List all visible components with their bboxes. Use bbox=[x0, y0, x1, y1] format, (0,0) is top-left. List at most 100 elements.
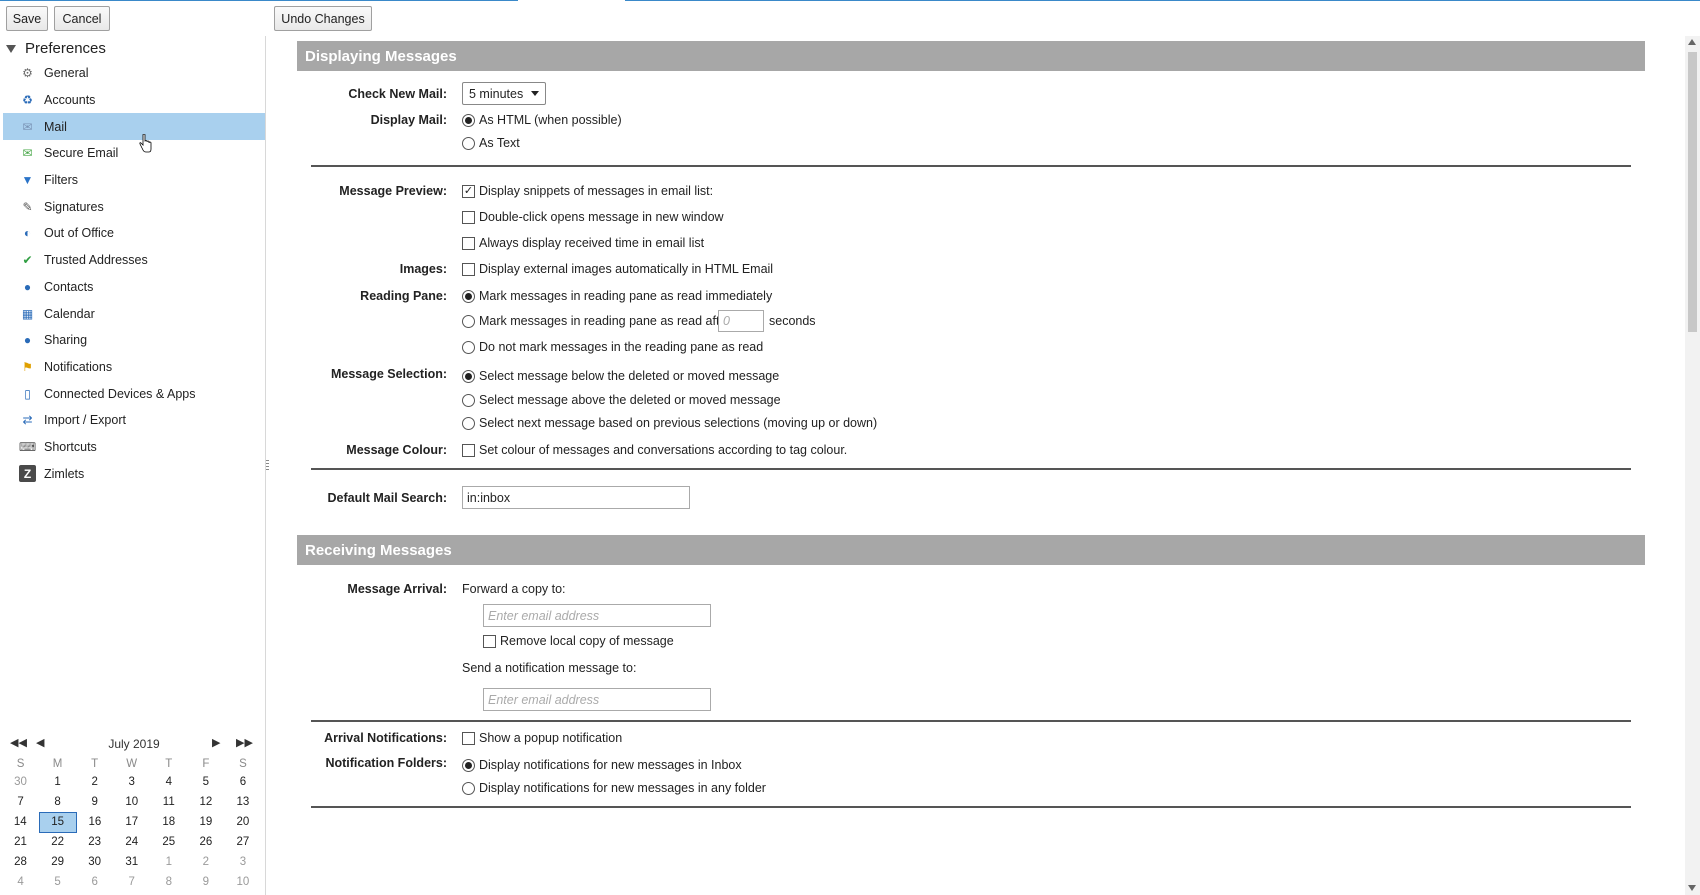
cancel-button[interactable]: Cancel bbox=[54, 6, 110, 31]
calendar-day[interactable]: 10 bbox=[113, 792, 150, 812]
calendar-day[interactable]: 16 bbox=[76, 812, 113, 832]
calendar-day[interactable]: 30 bbox=[2, 772, 39, 792]
sidebar-item-contacts[interactable]: ● Contacts bbox=[3, 274, 265, 301]
calendar-day[interactable]: 18 bbox=[150, 812, 187, 832]
radio-unselected[interactable] bbox=[462, 340, 475, 354]
calendar-day[interactable]: 17 bbox=[113, 812, 150, 832]
calendar-day[interactable]: 19 bbox=[187, 812, 224, 832]
sidebar-item-notifications[interactable]: ⚑ Notifications bbox=[3, 354, 265, 381]
calendar-day[interactable]: 2 bbox=[187, 852, 224, 872]
calendar-day[interactable]: 13 bbox=[224, 792, 261, 812]
check-new-mail-select[interactable]: 5 minutes bbox=[462, 82, 547, 105]
calendar-day[interactable]: 2 bbox=[76, 772, 113, 792]
radio-unselected[interactable] bbox=[462, 393, 475, 407]
notif-any-option[interactable]: Display notifications for new messages i… bbox=[462, 781, 766, 795]
sidebar-item-mail[interactable]: ✉ Mail bbox=[3, 113, 265, 141]
sidebar-item-accounts[interactable]: ♻ Accounts bbox=[3, 87, 265, 114]
sel-above-option[interactable]: Select message above the deleted or move… bbox=[462, 393, 781, 407]
sidebar-item-signatures[interactable]: ✎ Signatures bbox=[3, 193, 265, 220]
sidebar-item-sharing[interactable]: ● Sharing bbox=[3, 327, 265, 354]
calendar-day[interactable]: 29 bbox=[39, 852, 76, 872]
calendar-day[interactable]: 3 bbox=[113, 772, 150, 792]
calendar-day[interactable]: 15 bbox=[38, 811, 77, 833]
sidebar-item-zimlets[interactable]: Z Zimlets bbox=[3, 460, 265, 487]
radio-selected[interactable] bbox=[462, 113, 475, 127]
sidebar-item-shortcuts[interactable]: ⌨ Shortcuts bbox=[3, 434, 265, 461]
scroll-up-icon[interactable] bbox=[1688, 39, 1696, 45]
calendar-day[interactable]: 1 bbox=[39, 772, 76, 792]
external-images-option[interactable]: Display external images automatically in… bbox=[462, 262, 773, 276]
next-month-icon[interactable]: ▶ bbox=[212, 736, 220, 749]
remove-local-copy-option[interactable]: Remove local copy of message bbox=[483, 634, 674, 648]
received-time-option[interactable]: Always display received time in email li… bbox=[462, 236, 704, 250]
calendar-day[interactable]: 22 bbox=[39, 832, 76, 852]
calendar-day[interactable]: 26 bbox=[187, 832, 224, 852]
calendar-day[interactable]: 4 bbox=[2, 872, 39, 892]
checkbox-unchecked[interactable] bbox=[462, 210, 475, 224]
calendar-day[interactable]: 20 bbox=[224, 812, 261, 832]
default-mail-search-input[interactable] bbox=[462, 486, 690, 509]
collapse-triangle-icon[interactable] bbox=[6, 44, 16, 53]
calendar-day[interactable]: 24 bbox=[113, 832, 150, 852]
checkbox-checked[interactable]: ✓ bbox=[462, 184, 475, 198]
sidebar-item-calendar[interactable]: ▦ Calendar bbox=[3, 300, 265, 327]
notification-email-input[interactable] bbox=[483, 688, 711, 711]
calendar-day[interactable]: 7 bbox=[2, 792, 39, 812]
calendar-day[interactable]: 11 bbox=[150, 792, 187, 812]
calendar-day[interactable]: 25 bbox=[150, 832, 187, 852]
radio-unselected[interactable] bbox=[462, 136, 475, 150]
checkbox-unchecked[interactable] bbox=[462, 262, 475, 276]
calendar-day[interactable]: 8 bbox=[150, 872, 187, 892]
checkbox-unchecked[interactable] bbox=[462, 236, 475, 250]
display-html-option[interactable]: As HTML (when possible) bbox=[462, 113, 622, 127]
scroll-down-icon[interactable] bbox=[1688, 885, 1696, 891]
content-scrollbar[interactable] bbox=[1685, 36, 1700, 895]
calendar-day[interactable]: 1 bbox=[150, 852, 187, 872]
sidebar-item-filters[interactable]: ▼ Filters bbox=[3, 167, 265, 194]
checkbox-unchecked[interactable] bbox=[462, 443, 475, 457]
radio-unselected[interactable] bbox=[462, 781, 475, 795]
sidebar-item-trusted-addresses[interactable]: ✔ Trusted Addresses bbox=[3, 247, 265, 274]
rp-immediately-option[interactable]: Mark messages in reading pane as read im… bbox=[462, 289, 772, 303]
next-year-icon[interactable]: ▶▶ bbox=[236, 736, 253, 749]
notif-inbox-option[interactable]: Display notifications for new messages i… bbox=[462, 758, 742, 772]
calendar-day[interactable]: 9 bbox=[187, 872, 224, 892]
calendar-day[interactable]: 28 bbox=[2, 852, 39, 872]
radio-selected[interactable] bbox=[462, 758, 475, 772]
calendar-day[interactable]: 7 bbox=[113, 872, 150, 892]
calendar-day[interactable]: 14 bbox=[2, 812, 39, 832]
calendar-day[interactable]: 3 bbox=[224, 852, 261, 872]
calendar-day[interactable]: 30 bbox=[76, 852, 113, 872]
sel-below-option[interactable]: Select message below the deleted or move… bbox=[462, 369, 779, 383]
sidebar-item-general[interactable]: ⚙ General bbox=[3, 60, 265, 87]
preferences-tree-header[interactable]: Preferences bbox=[4, 40, 106, 57]
calendar-day[interactable]: 23 bbox=[76, 832, 113, 852]
calendar-day[interactable]: 8 bbox=[39, 792, 76, 812]
calendar-day[interactable]: 6 bbox=[76, 872, 113, 892]
calendar-day[interactable]: 21 bbox=[2, 832, 39, 852]
calendar-day[interactable]: 31 bbox=[113, 852, 150, 872]
calendar-day[interactable]: 6 bbox=[224, 772, 261, 792]
tag-colour-option[interactable]: Set colour of messages and conversations… bbox=[462, 443, 847, 457]
forward-email-input[interactable] bbox=[483, 604, 711, 627]
popup-notification-option[interactable]: Show a popup notification bbox=[462, 731, 622, 745]
calendar-day[interactable]: 10 bbox=[224, 872, 261, 892]
calendar-day[interactable]: 12 bbox=[187, 792, 224, 812]
undo-changes-button[interactable]: Undo Changes bbox=[274, 6, 372, 31]
radio-selected[interactable] bbox=[462, 289, 475, 303]
dblclick-option[interactable]: Double-click opens message in new window bbox=[462, 210, 724, 224]
scroll-thumb[interactable] bbox=[1688, 52, 1697, 332]
calendar-month-title[interactable]: July 2019 bbox=[0, 737, 268, 751]
sel-next-option[interactable]: Select next message based on previous se… bbox=[462, 416, 877, 430]
preview-snippets-option[interactable]: ✓ Display snippets of messages in email l… bbox=[462, 184, 713, 198]
sidebar-item-connected-devices-apps[interactable]: ▯ Connected Devices & Apps bbox=[3, 380, 265, 407]
radio-unselected[interactable] bbox=[462, 416, 475, 430]
checkbox-unchecked[interactable] bbox=[483, 634, 496, 648]
rp-never-option[interactable]: Do not mark messages in the reading pane… bbox=[462, 340, 763, 354]
rp-after-option[interactable]: Mark messages in reading pane as read af… bbox=[462, 314, 731, 328]
display-text-option[interactable]: As Text bbox=[462, 136, 520, 150]
sidebar-item-import-export[interactable]: ⇄ Import / Export bbox=[3, 407, 265, 434]
radio-unselected[interactable] bbox=[462, 314, 475, 328]
rp-seconds-input[interactable] bbox=[718, 310, 764, 332]
calendar-day[interactable]: 9 bbox=[76, 792, 113, 812]
